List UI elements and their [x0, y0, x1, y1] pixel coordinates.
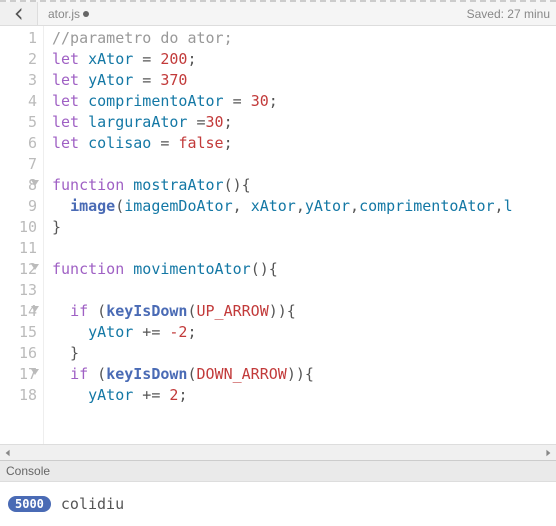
line-number: 15 — [0, 322, 37, 343]
fold-icon[interactable] — [31, 306, 39, 312]
scroll-right-button[interactable] — [540, 446, 556, 460]
triangle-right-icon — [544, 449, 552, 457]
console-header[interactable]: Console — [0, 460, 556, 482]
editor-header: ator.js Saved: 27 minu — [0, 0, 556, 26]
line-number: 17 — [0, 364, 37, 385]
triangle-left-icon — [4, 449, 12, 457]
line-number: 18 — [0, 385, 37, 406]
chevron-left-icon — [13, 8, 25, 20]
line-number: 5 — [0, 112, 37, 133]
horizontal-scrollbar[interactable] — [0, 444, 556, 460]
line-number: 8 — [0, 175, 37, 196]
fold-icon[interactable] — [31, 369, 39, 375]
console-count-badge: 5000 — [8, 496, 51, 512]
back-button[interactable] — [0, 2, 38, 25]
line-number: 2 — [0, 49, 37, 70]
fold-icon[interactable] — [31, 264, 39, 270]
line-number: 16 — [0, 343, 37, 364]
line-gutter: 123456789101112131415161718 — [0, 26, 44, 444]
saved-status: Saved: 27 minu — [467, 7, 556, 21]
filename-tab[interactable]: ator.js — [38, 7, 99, 21]
line-number: 13 — [0, 280, 37, 301]
line-number: 14 — [0, 301, 37, 322]
line-number: 1 — [0, 28, 37, 49]
filename-text: ator.js — [48, 7, 80, 21]
code-area[interactable]: //parametro do ator; let xAtor = 200; le… — [44, 26, 556, 444]
line-number: 4 — [0, 91, 37, 112]
line-number: 7 — [0, 154, 37, 175]
code-editor[interactable]: 123456789101112131415161718 //parametro … — [0, 26, 556, 444]
line-number: 3 — [0, 70, 37, 91]
line-number: 10 — [0, 217, 37, 238]
scroll-left-button[interactable] — [0, 446, 16, 460]
console-message: colidiu — [61, 495, 124, 513]
line-number: 11 — [0, 238, 37, 259]
line-number: 9 — [0, 196, 37, 217]
line-number: 6 — [0, 133, 37, 154]
line-number: 12 — [0, 259, 37, 280]
console-title: Console — [6, 464, 50, 478]
dirty-indicator-icon — [83, 11, 89, 17]
console-panel: 5000 colidiu — [0, 482, 556, 526]
fold-icon[interactable] — [31, 180, 39, 186]
